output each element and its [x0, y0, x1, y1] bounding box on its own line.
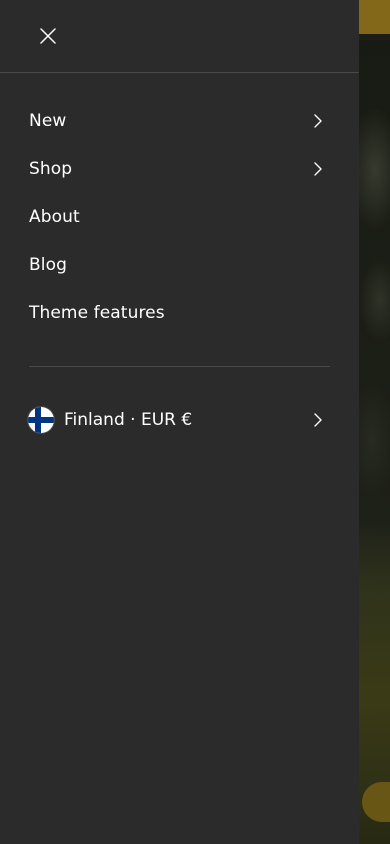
- menu-item-label: Blog: [29, 255, 67, 275]
- country-currency-selector[interactable]: Finland · EUR €: [0, 393, 359, 447]
- menu-divider: [29, 366, 330, 367]
- close-icon: [40, 28, 56, 44]
- chevron-right-icon: [313, 161, 323, 177]
- menu-item-label: About: [29, 207, 80, 227]
- close-menu-button[interactable]: [30, 18, 66, 54]
- menu-item-new[interactable]: New: [0, 97, 359, 145]
- menu-item-label: Theme features: [29, 303, 165, 323]
- page: New Shop About Blog Theme features Finla…: [0, 0, 390, 844]
- menu-item-blog[interactable]: Blog: [0, 241, 359, 289]
- finland-flag-icon: [28, 407, 54, 433]
- menu-item-shop[interactable]: Shop: [0, 145, 359, 193]
- chevron-right-icon: [313, 412, 323, 428]
- menu-nav-list: New Shop About Blog Theme features: [0, 73, 359, 337]
- mobile-menu-drawer: New Shop About Blog Theme features Finla…: [0, 0, 359, 844]
- menu-item-label: Shop: [29, 159, 73, 179]
- locale-label: Finland · EUR €: [64, 410, 193, 430]
- menu-item-about[interactable]: About: [0, 193, 359, 241]
- menu-item-theme-features[interactable]: Theme features: [0, 289, 359, 337]
- chevron-right-icon: [313, 113, 323, 129]
- drawer-header: [0, 0, 359, 73]
- menu-item-label: New: [29, 111, 67, 131]
